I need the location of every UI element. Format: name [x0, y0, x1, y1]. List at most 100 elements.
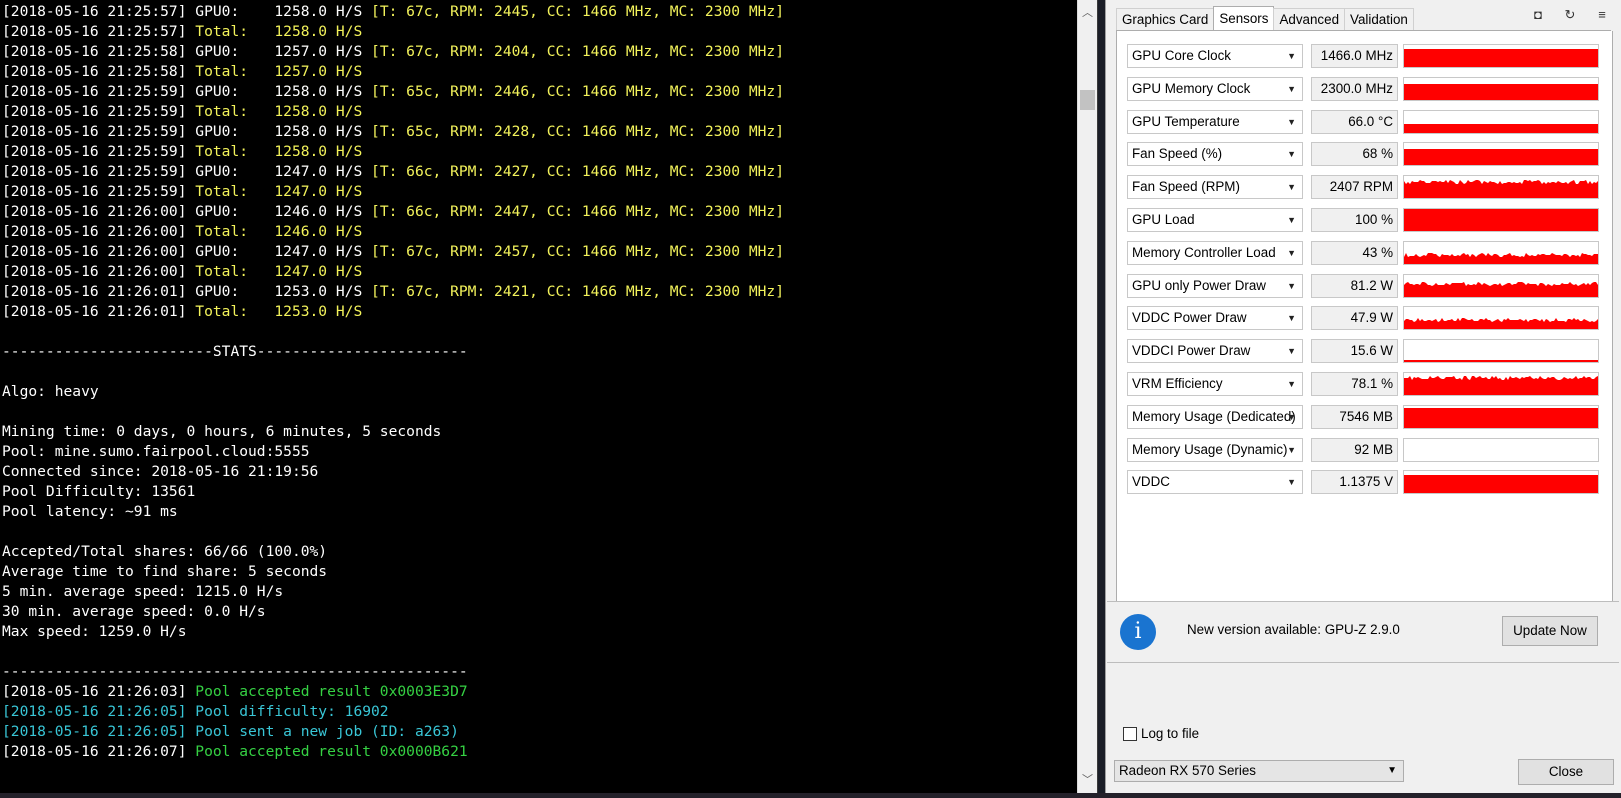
menu-icon[interactable]: ≡	[1593, 7, 1611, 23]
console-segment: [T: 67c, RPM: 2457, CC: 1466 MHz, MC: 23…	[371, 243, 784, 260]
console-segment: Pool: mine.sumo.fairpool.cloud:5555	[2, 443, 310, 460]
console-line: [2018-05-16 21:25:58] GPU0: 1257.0 H/S […	[2, 42, 1075, 62]
sensor-name-dropdown[interactable]: GPU Memory Clock ▼	[1127, 76, 1303, 101]
camera-icon[interactable]: ◘	[1529, 7, 1547, 23]
sensor-name-dropdown[interactable]: GPU only Power Draw ▼	[1127, 273, 1303, 298]
console-segment: [T: 67c, RPM: 2404, CC: 1466 MHz, MC: 23…	[371, 43, 784, 60]
sensor-graph	[1403, 76, 1599, 101]
console-segment: Max speed: 1259.0 H/s	[2, 623, 187, 640]
console-line: [2018-05-16 21:26:05] Pool difficulty: 1…	[2, 702, 1075, 722]
console-segment: [T: 65c, RPM: 2428, CC: 1466 MHz, MC: 23…	[371, 123, 784, 140]
sensor-name-label: Fan Speed (%)	[1132, 146, 1223, 162]
gpu-select-dropdown[interactable]: Radeon RX 570 Series ▼	[1114, 760, 1404, 782]
chevron-down-icon: ▼	[1287, 116, 1296, 127]
tab-validation[interactable]: Validation	[1344, 8, 1414, 31]
sensor-row: Memory Controller Load ▼ 43 %	[1127, 240, 1607, 267]
console-line: [2018-05-16 21:26:00] GPU0: 1246.0 H/S […	[2, 202, 1075, 222]
sensor-name-dropdown[interactable]: VDDC ▼	[1127, 470, 1303, 495]
sensor-name-dropdown[interactable]: VDDCI Power Draw ▼	[1127, 339, 1303, 364]
console-line: [2018-05-16 21:26:01] Total: 1253.0 H/S	[2, 302, 1075, 322]
console-line: [2018-05-16 21:25:58] Total: 1257.0 H/S	[2, 62, 1075, 82]
console-scrollbar[interactable]: ︿ ﹀	[1077, 0, 1097, 793]
sensor-name-dropdown[interactable]: Memory Usage (Dedicated) ▼	[1127, 404, 1303, 429]
console-line: Algo: heavy	[2, 382, 1075, 402]
update-notice-text: New version available: GPU-Z 2.9.0	[1187, 622, 1400, 637]
console-segment: 5 min. average speed: 1215.0 H/s	[2, 583, 284, 600]
sensor-row: Memory Usage (Dedicated) ▼ 7546 MB	[1127, 404, 1607, 431]
console-line: [2018-05-16 21:25:59] GPU0: 1258.0 H/S […	[2, 82, 1075, 102]
chevron-down-icon: ▼	[1287, 247, 1296, 258]
sensor-name-dropdown[interactable]: Memory Controller Load ▼	[1127, 240, 1303, 265]
console-segment: [2018-05-16 21:26:00]	[2, 223, 196, 240]
sensor-row: Fan Speed (RPM) ▼ 2407 RPM	[1127, 175, 1607, 201]
sensor-name-dropdown[interactable]: VRM Efficiency ▼	[1127, 372, 1303, 396]
sensor-name-dropdown[interactable]: Fan Speed (RPM) ▼	[1127, 175, 1303, 200]
sensor-name-dropdown[interactable]: GPU Load ▼	[1127, 208, 1303, 232]
console-segment: [2018-05-16 21:26:00]	[2, 263, 196, 280]
sensor-name-dropdown[interactable]: VDDC Power Draw ▼	[1127, 306, 1303, 331]
console-segment: [T: 66c, RPM: 2427, CC: 1466 MHz, MC: 23…	[371, 163, 784, 180]
chevron-down-icon: ▼	[1287, 51, 1296, 61]
update-now-button[interactable]: Update Now	[1502, 616, 1598, 646]
sensor-graph-fill	[1404, 83, 1598, 100]
sensor-name-dropdown[interactable]: GPU Temperature ▼	[1127, 109, 1303, 134]
scroll-thumb[interactable]	[1080, 90, 1095, 110]
chevron-down-icon: ▼	[1387, 765, 1397, 776]
update-notice: i New version available: GPU-Z 2.9.0 Upd…	[1107, 601, 1619, 663]
console-segment: [2018-05-16 21:25:59]	[2, 103, 196, 120]
sensor-graph-fill	[1404, 281, 1598, 297]
console-segment: Total: 1246.0 H/S	[195, 223, 363, 240]
console-line: Average time to find share: 5 seconds	[2, 562, 1075, 582]
console-segment: Total: 1247.0 H/S	[195, 263, 363, 280]
tab-sensors[interactable]: Sensors	[1213, 6, 1275, 32]
sensor-name-dropdown[interactable]: Fan Speed (%) ▼	[1127, 142, 1303, 167]
console-line: [2018-05-16 21:25:59] Total: 1258.0 H/S	[2, 142, 1075, 162]
sensor-name-label: GPU Temperature	[1132, 113, 1240, 129]
sensor-row: VDDC ▼ 1.1375 V	[1127, 470, 1607, 496]
console-segment: [2018-05-16 21:25:59] GPU0: 1258.0 H/S	[2, 83, 372, 100]
chevron-down-icon: ▼	[1287, 149, 1296, 160]
sensor-graph-fill	[1404, 123, 1598, 133]
tab-advanced[interactable]: Advanced	[1273, 8, 1346, 31]
chevron-down-icon: ▼	[1287, 83, 1296, 94]
sensor-row: Memory Usage (Dynamic) ▼ 92 MB	[1127, 437, 1607, 464]
scroll-up-icon[interactable]: ︿	[1078, 4, 1097, 22]
sensor-row: VDDCI Power Draw ▼ 15.6 W	[1127, 339, 1607, 365]
sensor-value: 81.2 W	[1311, 273, 1398, 298]
console-segment: Pool accepted result 0x0003E3D7	[195, 683, 468, 700]
console-segment: [2018-05-16 21:26:01] GPU0: 1253.0 H/S	[2, 283, 372, 300]
chevron-down-icon: ▼	[1287, 280, 1296, 291]
close-button[interactable]: Close	[1518, 759, 1614, 785]
info-icon: i	[1120, 614, 1156, 650]
sensor-name-dropdown[interactable]: GPU Core Clock ▼	[1127, 44, 1303, 68]
gpuz-window: Graphics Card Sensors Advanced Validatio…	[1105, 0, 1621, 793]
console-segment: [2018-05-16 21:26:00] GPU0: 1246.0 H/S	[2, 203, 372, 220]
sensor-name-dropdown[interactable]: Memory Usage (Dynamic) ▼	[1127, 437, 1303, 462]
console-line: Pool latency: ~91 ms	[2, 502, 1075, 522]
console-segment: [2018-05-16 21:25:58] GPU0: 1257.0 H/S	[2, 43, 372, 60]
console-segment: Pool accepted result 0x0000B621	[195, 743, 468, 760]
console-line: [2018-05-16 21:25:59] GPU0: 1258.0 H/S […	[2, 122, 1075, 142]
console-segment: [2018-05-16 21:25:57]	[2, 23, 196, 40]
sensor-value: 2407 RPM	[1311, 175, 1398, 200]
sensor-graph-fill	[1404, 209, 1598, 231]
scroll-down-icon[interactable]: ﹀	[1078, 771, 1097, 789]
sensor-name-label: Memory Controller Load	[1132, 244, 1276, 260]
sensor-graph-fill	[1404, 252, 1598, 264]
refresh-icon[interactable]: ↻	[1561, 7, 1579, 23]
console-segment: [2018-05-16 21:26:05] Pool sent a new jo…	[2, 723, 459, 740]
sensor-row: VRM Efficiency ▼ 78.1 %	[1127, 372, 1607, 398]
sensor-name-label: Memory Usage (Dynamic)	[1132, 441, 1288, 457]
console-segment: Total: 1258.0 H/S	[195, 143, 363, 160]
sensor-value: 7546 MB	[1311, 404, 1398, 429]
console-segment: [T: 67c, RPM: 2445, CC: 1466 MHz, MC: 23…	[371, 3, 784, 20]
log-to-file-checkbox[interactable]	[1123, 727, 1137, 741]
sensor-row: GPU Load ▼ 100 %	[1127, 208, 1607, 234]
console-segment: 30 min. average speed: 0.0 H/s	[2, 603, 266, 620]
tab-graphics-card[interactable]: Graphics Card	[1116, 8, 1215, 31]
sensor-value: 43 %	[1311, 240, 1398, 265]
console-segment: Pool Difficulty: 13561	[2, 483, 196, 500]
sensor-graph	[1403, 470, 1599, 495]
